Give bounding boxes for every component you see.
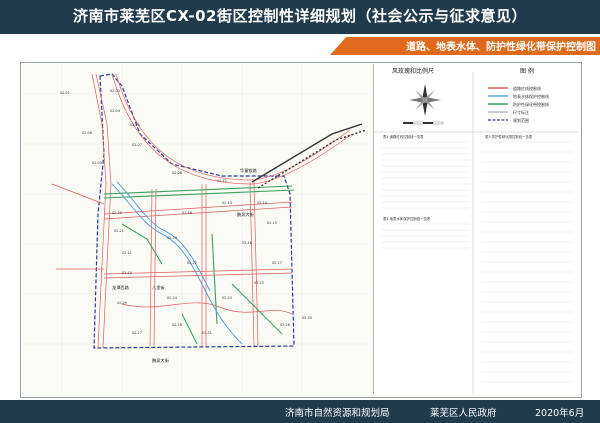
road-name: 龙潭西路 [112,284,130,291]
table2-title: 表2 地表水体保护控制线一览表 [383,216,431,221]
legend-items: 道路红线控制线 地表水体保护控制线 防护性绿化带控制线 尺寸标注 规划范围 [488,85,549,123]
road-name: 鹏泉大街 [152,357,169,364]
block-label: 02-10 [122,271,132,275]
page-title: 济南市莱芜区CX-02街区控制性详细规划（社会公示与征求意见） [73,7,527,25]
block-label: 02-17 [272,261,282,265]
wind-rose-icon [409,84,441,116]
table1-title: 表1 道路红线控制线一览表 [383,134,424,139]
block-label: 02-30 [302,316,312,320]
road-name: 八里街 [152,284,165,291]
block-label: 02-19 [167,236,177,240]
road-name: 鹏泉大街 [237,211,254,218]
legend-graphics: 道路红线控制线 地表水体保护控制线 防护性绿化带控制线 尺寸标注 规划范围 表1… [373,72,578,394]
block-label: 02-03 [110,89,120,93]
block-label: 02-25 [254,281,264,285]
block-label: 02-11 [122,251,132,255]
block-label: 02-27 [132,331,142,335]
planning-boundary [93,73,295,349]
block-label: 02-07 [132,143,142,147]
block-label: 02-12 [217,179,227,183]
legend-item: 地表水体保护控制线 [513,93,549,99]
footer-date: 2020年6月 [535,408,585,419]
block-label: 02-23 [222,296,232,300]
page-subtitle: 道路、地表水体、防护性绿化带保护控制图 [406,42,596,53]
block-label: 02-01 [60,91,70,95]
block-label: 02-29 [117,301,127,305]
legend-item: 尺寸标注 [513,109,529,115]
block-label: 02-26 [280,323,290,327]
planning-map[interactable]: 02-01 02-03 02-04 02-05 02-06 02-07 02-0… [22,64,370,394]
road-red-lines [51,73,353,349]
block-label: 02-13 [222,201,232,205]
legend-item: 道路红线控制线 [513,85,541,91]
block-label: 02-31 [202,331,212,335]
block-label: 02-05 [130,123,140,127]
legend-item: 规划范围 [513,117,529,123]
block-label: 02-08 [172,171,182,175]
legend-item: 防护性绿化带控制线 [513,101,549,107]
block-label: 02-06 [82,131,92,135]
block-label: 02-21 [114,229,124,233]
block-label: 02-09 [92,161,102,165]
footer-org2: 莱芜区人民政府 [430,408,497,419]
table3-title: 表3 防护性绿化带控制线一览表 [485,134,533,139]
block-label: 02-22 [187,261,197,265]
railway-line [251,123,367,189]
road-name: 华童铁路 [240,167,258,174]
table1-rows [381,141,469,209]
scale-bar-icon [403,121,444,125]
block-label: 02-16 [242,241,252,245]
map-grid [22,64,370,394]
block-label: 02-04 [110,109,120,113]
block-labels: 02-01 02-03 02-04 02-05 02-06 02-07 02-0… [60,89,312,335]
block-label: 02-28 [172,323,182,327]
block-label: 02-20 [112,211,122,215]
block-label: 02-15 [267,221,277,225]
block-label: 02-24 [167,296,177,300]
green-belt-lines [103,185,295,345]
block-label: 02-14 [257,201,267,205]
block-label: 02-18 [182,211,192,215]
table2-rows [381,223,469,249]
footer-org1: 济南市自然资源和规划局 [285,408,390,419]
table3-rows [481,141,573,383]
